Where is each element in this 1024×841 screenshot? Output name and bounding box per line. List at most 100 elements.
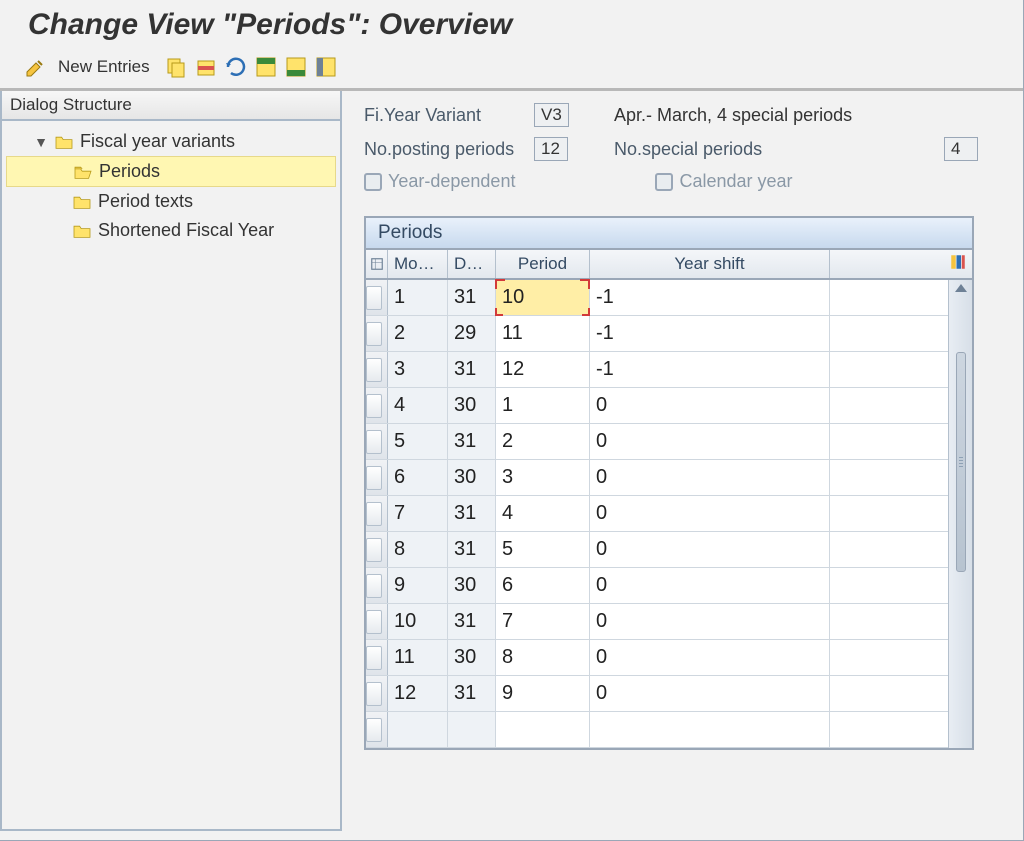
row-selector[interactable]: [366, 388, 388, 423]
cell-day[interactable]: 30: [448, 640, 496, 675]
cell-period[interactable]: 3: [496, 460, 590, 495]
table-row[interactable]: 63030: [366, 460, 948, 496]
row-selector[interactable]: [366, 640, 388, 675]
scroll-up-icon[interactable]: [955, 284, 967, 292]
cell-day[interactable]: 31: [448, 280, 496, 315]
cell-year-shift[interactable]: 0: [590, 424, 830, 459]
cell-period[interactable]: [496, 712, 590, 747]
new-entries-button[interactable]: New Entries: [58, 57, 150, 77]
cell-year-shift[interactable]: 0: [590, 676, 830, 711]
cell-period[interactable]: 12: [496, 352, 590, 387]
row-selector[interactable]: [366, 712, 388, 747]
cell-period[interactable]: 9: [496, 676, 590, 711]
toggle-edit-icon[interactable]: [24, 56, 48, 78]
cell-period[interactable]: 7: [496, 604, 590, 639]
tree-item-periods[interactable]: Periods: [6, 156, 336, 187]
tree-root-fiscal-year-variants[interactable]: ▼ Fiscal year variants: [6, 127, 336, 156]
column-header-period[interactable]: Period: [496, 250, 590, 278]
cell-period[interactable]: 6: [496, 568, 590, 603]
table-row[interactable]: 22911-1: [366, 316, 948, 352]
table-row[interactable]: 33112-1: [366, 352, 948, 388]
scroll-thumb[interactable]: [956, 352, 966, 572]
cell-day[interactable]: 31: [448, 496, 496, 531]
cell-month[interactable]: 8: [388, 532, 448, 567]
table-row[interactable]: 93060: [366, 568, 948, 604]
cell-day[interactable]: 30: [448, 388, 496, 423]
table-row[interactable]: 83150: [366, 532, 948, 568]
cell-month[interactable]: 9: [388, 568, 448, 603]
row-selector[interactable]: [366, 676, 388, 711]
row-selector[interactable]: [366, 496, 388, 531]
cell-day[interactable]: 29: [448, 316, 496, 351]
cell-month[interactable]: 10: [388, 604, 448, 639]
cell-period[interactable]: 10: [496, 280, 590, 315]
cell-year-shift[interactable]: 0: [590, 568, 830, 603]
column-header-year-shift[interactable]: Year shift: [590, 250, 830, 278]
tree-item-period-texts[interactable]: Period texts: [6, 187, 336, 216]
cell-month[interactable]: 12: [388, 676, 448, 711]
cell-year-shift[interactable]: 0: [590, 604, 830, 639]
cell-year-shift[interactable]: 0: [590, 388, 830, 423]
cell-day[interactable]: 31: [448, 424, 496, 459]
cell-year-shift[interactable]: 0: [590, 496, 830, 531]
row-selector[interactable]: [366, 460, 388, 495]
row-selector[interactable]: [366, 604, 388, 639]
cell-month[interactable]: 4: [388, 388, 448, 423]
cell-month[interactable]: 1: [388, 280, 448, 315]
cell-year-shift[interactable]: -1: [590, 316, 830, 351]
row-selector[interactable]: [366, 424, 388, 459]
table-row[interactable]: 43010: [366, 388, 948, 424]
cell-day[interactable]: 31: [448, 676, 496, 711]
cell-period[interactable]: 1: [496, 388, 590, 423]
cell-year-shift[interactable]: 0: [590, 640, 830, 675]
select-block-icon[interactable]: [284, 56, 308, 78]
cell-day[interactable]: [448, 712, 496, 747]
cell-period[interactable]: 11: [496, 316, 590, 351]
cell-period[interactable]: 8: [496, 640, 590, 675]
cell-month[interactable]: 11: [388, 640, 448, 675]
table-row[interactable]: 113080: [366, 640, 948, 676]
cell-year-shift[interactable]: [590, 712, 830, 747]
cell-year-shift[interactable]: 0: [590, 532, 830, 567]
table-scrollbar[interactable]: [948, 280, 972, 748]
cell-year-shift[interactable]: 0: [590, 460, 830, 495]
cell-month[interactable]: 6: [388, 460, 448, 495]
cell-month[interactable]: 3: [388, 352, 448, 387]
cell-year-shift[interactable]: -1: [590, 352, 830, 387]
cell-day[interactable]: 30: [448, 460, 496, 495]
row-selector[interactable]: [366, 532, 388, 567]
cell-day[interactable]: 31: [448, 352, 496, 387]
table-row[interactable]: 73140: [366, 496, 948, 532]
column-header-month[interactable]: Mo…: [388, 250, 448, 278]
expander-icon[interactable]: ▼: [34, 134, 48, 150]
table-row[interactable]: 103170: [366, 604, 948, 640]
tree-item-shortened-fiscal-year[interactable]: Shortened Fiscal Year: [6, 216, 336, 245]
cell-period[interactable]: 4: [496, 496, 590, 531]
select-all-icon[interactable]: [254, 56, 278, 78]
cell-year-shift[interactable]: -1: [590, 280, 830, 315]
table-row[interactable]: 123190: [366, 676, 948, 712]
deselect-all-icon[interactable]: [314, 56, 338, 78]
copy-icon[interactable]: [164, 56, 188, 78]
undo-icon[interactable]: [224, 56, 248, 78]
row-selector[interactable]: [366, 316, 388, 351]
row-selector[interactable]: [366, 280, 388, 315]
table-row[interactable]: 13110-1: [366, 280, 948, 316]
cell-period[interactable]: 5: [496, 532, 590, 567]
delete-icon[interactable]: [194, 56, 218, 78]
cell-day[interactable]: 31: [448, 604, 496, 639]
cell-month[interactable]: 2: [388, 316, 448, 351]
cell-day[interactable]: 30: [448, 568, 496, 603]
cell-month[interactable]: 5: [388, 424, 448, 459]
cell-day[interactable]: 31: [448, 532, 496, 567]
cell-month[interactable]: [388, 712, 448, 747]
row-selector[interactable]: [366, 352, 388, 387]
table-row[interactable]: [366, 712, 948, 748]
cell-period[interactable]: 2: [496, 424, 590, 459]
column-header-day[interactable]: D…: [448, 250, 496, 278]
column-select-all[interactable]: [366, 250, 388, 278]
cell-month[interactable]: 7: [388, 496, 448, 531]
row-selector[interactable]: [366, 568, 388, 603]
table-row[interactable]: 53120: [366, 424, 948, 460]
configure-columns-icon[interactable]: [944, 250, 972, 278]
